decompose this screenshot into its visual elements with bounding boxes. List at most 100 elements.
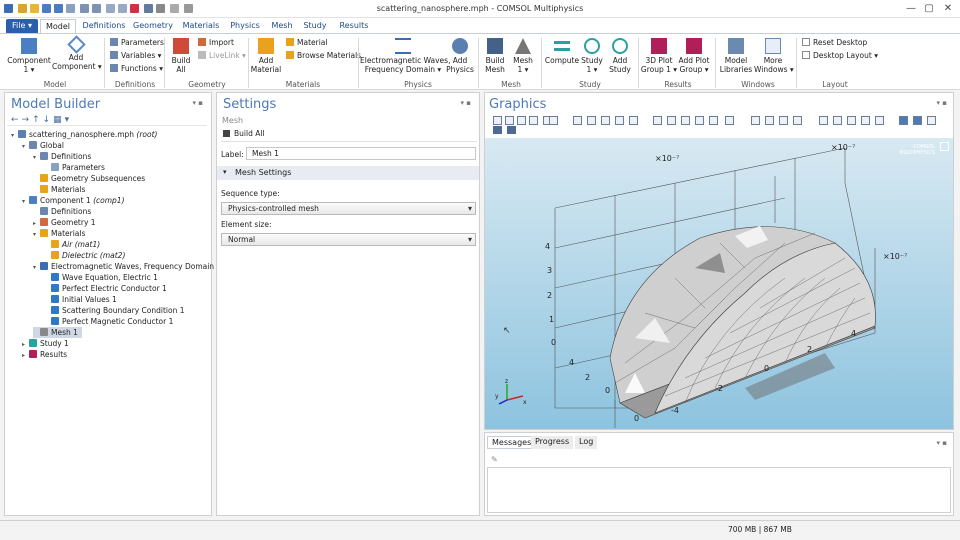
functions-button[interactable]: Functions ▾ xyxy=(110,64,163,74)
expand-toggle-icon[interactable]: ▸ xyxy=(22,350,29,361)
graphics-tool-icon[interactable] xyxy=(587,116,596,125)
livelink-button[interactable]: LiveLink ▾ xyxy=(198,51,246,61)
more-windows-button[interactable]: More Windows ▾ xyxy=(754,38,794,74)
tree-node[interactable]: Scattering Boundary Condition 1 xyxy=(44,305,185,316)
graphics-tool-icon[interactable] xyxy=(517,116,526,125)
graphics-tool-icon[interactable] xyxy=(819,116,828,125)
study-1-button[interactable]: Study 1 ▾ xyxy=(580,38,604,74)
browse-materials-button[interactable]: Browse Materials xyxy=(286,51,361,61)
add-component-button[interactable]: Add Component ▾ xyxy=(52,35,102,71)
tree-node[interactable]: Mesh 1 xyxy=(33,327,82,338)
tree-node[interactable]: Initial Values 1 xyxy=(44,294,117,305)
camera-icon[interactable] xyxy=(493,126,502,134)
add-material-button[interactable]: Add Material xyxy=(250,38,282,74)
tab-results[interactable]: Results xyxy=(336,19,372,34)
expand-toggle-icon[interactable]: ▾ xyxy=(33,152,40,163)
tree-node[interactable]: ▾ Definitions xyxy=(33,151,91,162)
tab-file[interactable]: File ▾ xyxy=(6,19,38,34)
graphics-tool-icon[interactable] xyxy=(549,116,558,125)
mesh-1-button[interactable]: Mesh 1 ▾ xyxy=(510,38,536,74)
add-plot-group-button[interactable]: Add Plot Group ▾ xyxy=(678,38,710,74)
expand-toggle-icon[interactable]: ▾ xyxy=(22,141,29,152)
graphics-tool-icon[interactable] xyxy=(779,116,788,125)
desktop-layout-button[interactable]: Desktop Layout ▾ xyxy=(802,51,878,61)
tree-node[interactable]: ▾ Global xyxy=(22,140,64,151)
reset-desktop-button[interactable]: Reset Desktop xyxy=(802,38,867,48)
3d-plot-group-button[interactable]: 3D Plot Group 1 ▾ xyxy=(640,38,678,74)
tree-node[interactable]: Wave Equation, Electric 1 xyxy=(44,272,158,283)
graphics-tool-icon[interactable] xyxy=(725,116,734,125)
build-all-button[interactable]: Build All xyxy=(168,38,194,74)
tree-node[interactable]: Dielectric (mat2) xyxy=(44,250,125,261)
graphics-tool-icon[interactable] xyxy=(709,116,718,125)
element-size-select[interactable]: Normal xyxy=(221,233,476,246)
tree-node[interactable]: Parameters xyxy=(44,162,105,173)
graphics-tool-icon[interactable] xyxy=(529,116,538,125)
tree-node[interactable]: Perfect Electric Conductor 1 xyxy=(44,283,167,294)
tab-physics[interactable]: Physics xyxy=(228,19,262,34)
graphics-tool-icon[interactable] xyxy=(765,116,774,125)
graphics-tool-icon[interactable] xyxy=(847,116,856,125)
em-waves-button[interactable]: Electromagnetic Waves, Frequency Domain … xyxy=(360,38,450,74)
import-button[interactable]: Import xyxy=(198,38,234,48)
print-icon[interactable] xyxy=(507,126,516,134)
tab-messages[interactable]: Messages xyxy=(487,436,537,449)
graphics-tool-icon[interactable] xyxy=(667,116,676,125)
tab-progress[interactable]: Progress xyxy=(531,436,574,449)
tab-definitions[interactable]: Definitions xyxy=(80,19,128,34)
graphics-corner-icon[interactable] xyxy=(940,142,949,151)
tree-node[interactable]: ▸ Study 1 xyxy=(22,338,69,349)
expand-toggle-icon[interactable]: ▾ xyxy=(22,196,29,207)
tree-node[interactable]: Air (mat1) xyxy=(44,239,100,250)
tree-node[interactable]: Geometry Subsequences xyxy=(33,173,145,184)
tree-node[interactable]: ▾ Electromagnetic Waves, Frequency Domain… xyxy=(33,261,224,272)
tree-node[interactable]: ▾ Component 1 (comp1) xyxy=(22,195,125,206)
model-libraries-button[interactable]: Model Libraries xyxy=(718,38,754,74)
expand-toggle-icon[interactable]: ▾ xyxy=(33,229,40,240)
variables-button[interactable]: Variables ▾ xyxy=(110,51,161,61)
tab-model[interactable]: Model xyxy=(40,19,76,34)
tree-node[interactable]: Definitions xyxy=(33,206,91,217)
tree-node[interactable]: Materials xyxy=(33,184,85,195)
label-field[interactable]: Mesh 1 xyxy=(246,147,476,160)
sequence-type-select[interactable]: Physics-controlled mesh xyxy=(221,202,476,215)
tab-mesh[interactable]: Mesh xyxy=(268,19,296,34)
tab-study[interactable]: Study xyxy=(300,19,330,34)
expand-toggle-icon[interactable]: ▾ xyxy=(33,262,40,273)
mesh-settings-section[interactable]: ▾ Mesh Settings xyxy=(217,166,479,180)
build-mesh-button[interactable]: Build Mesh xyxy=(482,38,508,74)
graphics-canvas[interactable]: ×10⁻⁷ ×10⁻⁷ ×10⁻⁷ COMSOL MULTIPHYSICS 4 3… xyxy=(485,138,953,429)
graphics-tool-icon[interactable] xyxy=(833,116,842,125)
graphics-tool-icon[interactable] xyxy=(653,116,662,125)
add-study-button[interactable]: Add Study xyxy=(606,38,634,74)
minimize-icon[interactable]: — xyxy=(902,2,920,15)
graphics-tool-icon[interactable] xyxy=(927,116,936,125)
graphics-tool-icon[interactable] xyxy=(751,116,760,125)
graphics-tool-icon[interactable] xyxy=(793,116,802,125)
maximize-icon[interactable]: ▢ xyxy=(920,2,938,15)
tree-node[interactable]: Perfect Magnetic Conductor 1 xyxy=(44,316,173,327)
graphics-tool-icon[interactable] xyxy=(615,116,624,125)
tab-geometry[interactable]: Geometry xyxy=(132,19,174,34)
component-button[interactable]: Component 1 ▾ xyxy=(6,38,52,74)
build-all-settings-button[interactable]: Build All xyxy=(223,129,265,138)
tree-node[interactable]: ▾ scattering_nanosphere.mph (root) xyxy=(11,129,157,140)
messages-area[interactable] xyxy=(487,467,951,513)
parameters-button[interactable]: Parameters xyxy=(110,38,164,48)
graphics-tool-icon[interactable] xyxy=(629,116,638,125)
graphics-tool-icon[interactable] xyxy=(493,116,502,125)
panel-menu-icon[interactable]: ▾ ▪ xyxy=(937,439,947,447)
tab-log[interactable]: Log xyxy=(575,436,598,449)
graphics-tool-icon[interactable] xyxy=(695,116,704,125)
close-icon[interactable]: ✕ xyxy=(939,2,957,15)
graphics-tool-icon[interactable] xyxy=(573,116,582,125)
graphics-tool-icon[interactable] xyxy=(899,116,908,125)
graphics-tool-icon[interactable] xyxy=(861,116,870,125)
expand-toggle-icon[interactable]: ▾ xyxy=(11,130,18,141)
graphics-tool-icon[interactable] xyxy=(601,116,610,125)
graphics-tool-icon[interactable] xyxy=(505,116,514,125)
graphics-tool-icon[interactable] xyxy=(681,116,690,125)
panel-menu-icon[interactable]: ▾ ▪ xyxy=(461,99,471,107)
tree-toolbar[interactable]: ←→↑↓▦▾ xyxy=(11,115,72,125)
graphics-tool-icon[interactable] xyxy=(913,116,922,125)
